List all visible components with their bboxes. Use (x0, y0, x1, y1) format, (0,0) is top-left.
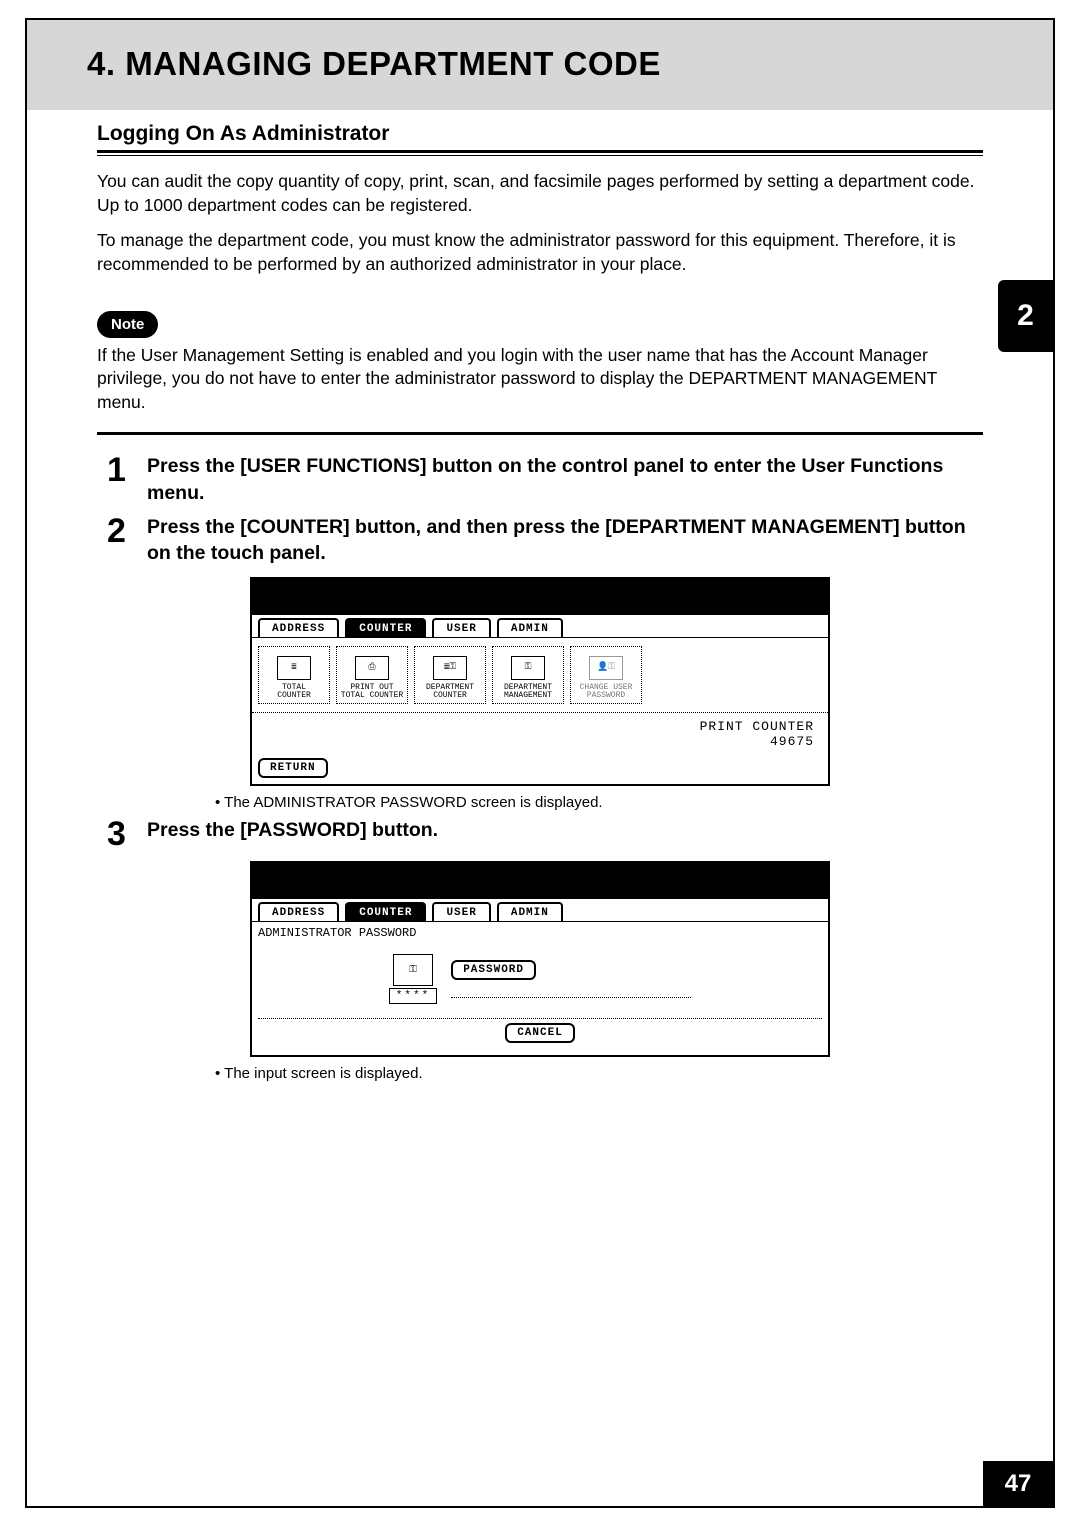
print-out-total-button[interactable]: ⎙PRINT OUT TOTAL COUNTER (336, 646, 408, 704)
key-icon: ⚿ (393, 954, 433, 986)
page-frame: 4. MANAGING DEPARTMENT CODE Logging On A… (25, 18, 1055, 1508)
department-management-button[interactable]: ⚿DEPARTMENT MANAGEMENT (492, 646, 564, 704)
password-button[interactable]: PASSWORD (451, 960, 536, 980)
step-number: 2 (107, 512, 147, 567)
tab-user[interactable]: USER (432, 618, 490, 637)
print-counter-label: PRINT COUNTER (252, 719, 814, 734)
screen-2-wrap: ADDRESS COUNTER USER ADMIN ADMINISTRATOR… (27, 861, 1053, 1057)
password-area: ADMINISTRATOR PASSWORD ⚿ **** PASSWORD C… (252, 922, 828, 1055)
screen-titlebar (252, 579, 828, 615)
tab-address[interactable]: ADDRESS (258, 902, 339, 921)
password-row: ⚿ **** PASSWORD (258, 940, 822, 1018)
tab-admin[interactable]: ADMIN (497, 902, 563, 921)
return-row: RETURN (252, 753, 828, 784)
user-key-icon: 👤⚿ (589, 656, 623, 680)
return-button[interactable]: RETURN (258, 758, 328, 778)
tab-counter[interactable]: COUNTER (345, 902, 426, 921)
step-number: 1 (107, 451, 147, 506)
password-area-label: ADMINISTRATOR PASSWORD (258, 926, 822, 940)
note-text: If the User Management Setting is enable… (97, 344, 983, 415)
print-counter-block: PRINT COUNTER 49675 (252, 712, 828, 753)
total-counter-button[interactable]: ≣TOTAL COUNTER (258, 646, 330, 704)
tab-user[interactable]: USER (432, 902, 490, 921)
step-text: Press the [USER FUNCTIONS] button on the… (147, 451, 983, 506)
intro-paragraph-2: To manage the department code, you must … (97, 229, 983, 276)
password-screen: ADDRESS COUNTER USER ADMIN ADMINISTRATOR… (250, 861, 830, 1057)
screen-1-wrap: ADDRESS COUNTER USER ADMIN ≣TOTAL COUNTE… (27, 577, 1053, 786)
step-2: 2 Press the [COUNTER] button, and then p… (107, 512, 983, 567)
print-icon: ⎙ (355, 656, 389, 680)
intro-paragraph-1: You can audit the copy quantity of copy,… (97, 170, 983, 217)
step-text: Press the [COUNTER] button, and then pre… (147, 512, 983, 567)
divider (97, 432, 983, 435)
step-3: 3 Press the [PASSWORD] button. (107, 815, 983, 851)
password-value: **** (389, 988, 437, 1004)
counter-screen: ADDRESS COUNTER USER ADMIN ≣TOTAL COUNTE… (250, 577, 830, 786)
tab-address[interactable]: ADDRESS (258, 618, 339, 637)
step-3-note: The input screen is displayed. (227, 1065, 983, 1082)
tab-admin[interactable]: ADMIN (497, 618, 563, 637)
tab-counter[interactable]: COUNTER (345, 618, 426, 637)
print-counter-value: 49675 (252, 734, 814, 749)
page-number: 47 (983, 1461, 1053, 1506)
key-icon: ⚿ (511, 656, 545, 680)
cancel-button[interactable]: CANCEL (505, 1023, 575, 1043)
chapter-header: 4. MANAGING DEPARTMENT CODE (27, 20, 1053, 110)
department-counter-button[interactable]: ≣⚿DEPARTMENT COUNTER (414, 646, 486, 704)
list-icon: ≣ (277, 656, 311, 680)
section-title: Logging On As Administrator (97, 110, 983, 150)
tab-strip: ADDRESS COUNTER USER ADMIN (252, 899, 828, 922)
cancel-row: CANCEL (258, 1018, 822, 1049)
list-key-icon: ≣⚿ (433, 656, 467, 680)
chapter-tab: 2 (998, 280, 1053, 352)
screen-titlebar (252, 863, 828, 899)
step-text: Press the [PASSWORD] button. (147, 815, 438, 851)
password-input-line[interactable] (451, 980, 691, 998)
soft-button-row: ≣TOTAL COUNTER ⎙PRINT OUT TOTAL COUNTER … (252, 638, 648, 710)
step-1: 1 Press the [USER FUNCTIONS] button on t… (107, 451, 983, 506)
note-badge: Note (97, 311, 158, 338)
section-rule (97, 150, 983, 156)
step-2-note: The ADMINISTRATOR PASSWORD screen is dis… (227, 794, 983, 811)
chapter-title: 4. MANAGING DEPARTMENT CODE (27, 20, 1053, 83)
tab-strip: ADDRESS COUNTER USER ADMIN (252, 615, 828, 638)
change-user-password-button[interactable]: 👤⚿CHANGE USER PASSWORD (570, 646, 642, 704)
step-number: 3 (107, 815, 147, 851)
